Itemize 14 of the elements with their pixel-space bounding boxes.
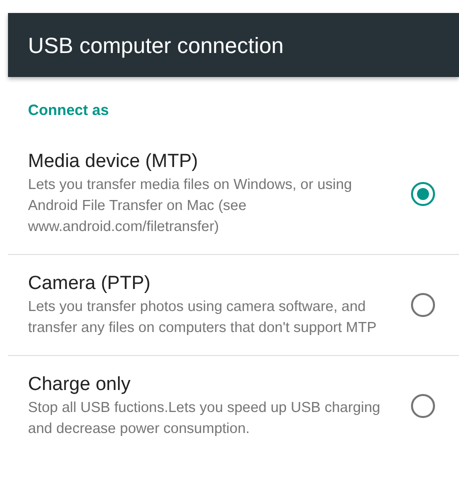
option-row[interactable]: Media device (MTP) Lets you transfer media files on Windows, or using Android File Transfer on Mac (see www.android.com/filetransfer)	[8, 133, 459, 255]
radio-button[interactable]	[411, 394, 435, 418]
section-heading: Connect as	[28, 102, 109, 119]
radio-button[interactable]	[411, 293, 435, 317]
option-row[interactable]: Camera (PTP) Lets you transfer photos using camera software, and transfer any files on computers that don't support MTP	[8, 255, 459, 356]
option-description: Lets you transfer photos using camera software, and transfer any files on computers that don't support MTP	[28, 298, 378, 338]
option-title: Media device (MTP)	[28, 150, 199, 174]
option-row[interactable]: Charge only Stop all USB fuctions.Lets you speed up USB charging and decrease power consumption.	[8, 356, 459, 456]
radio-button[interactable]	[411, 182, 435, 206]
option-title: Camera (PTP)	[28, 272, 152, 296]
window-title: USB computer connection	[28, 32, 284, 60]
option-description: Lets you transfer media files on Windows, or using Android File Transfer on Mac (see www.android.com/filetransfer)	[28, 176, 353, 237]
option-description: Stop all USB fuctions.Lets you speed up USB charging and decrease power consumption.	[28, 399, 382, 439]
option-title: Charge only	[28, 373, 132, 397]
